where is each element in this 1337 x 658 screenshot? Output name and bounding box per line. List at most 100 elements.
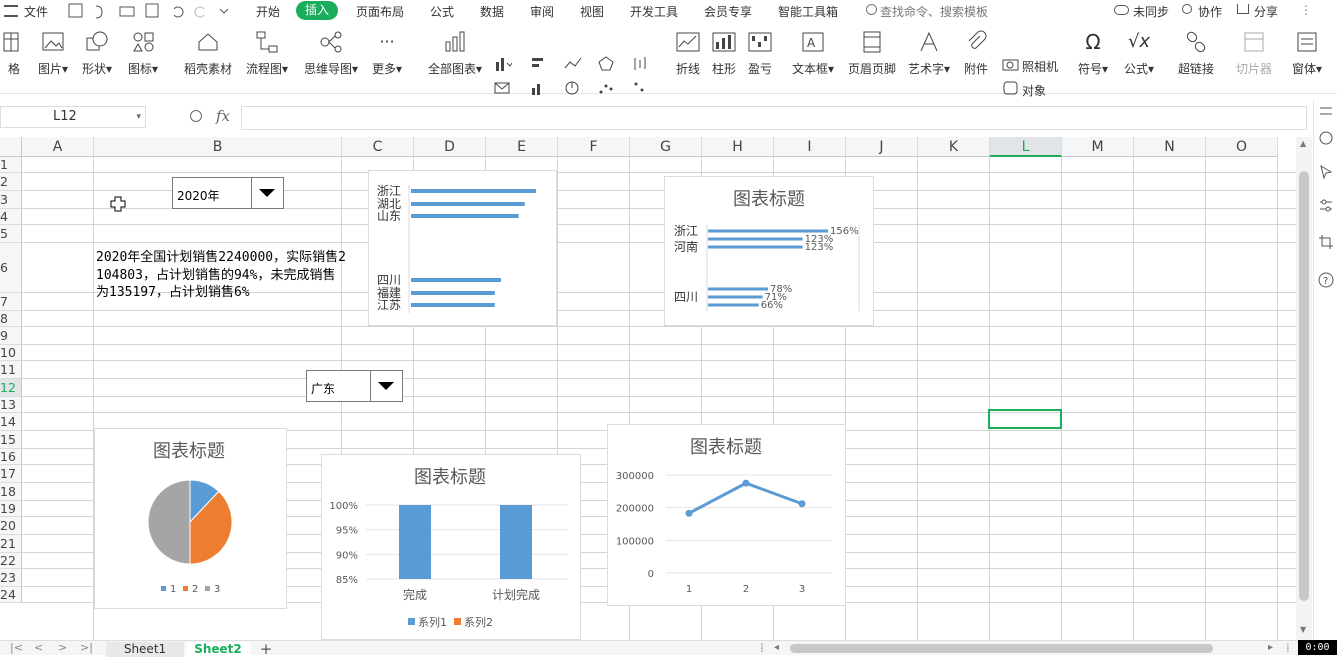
menu-start[interactable]: 开始 [256, 3, 280, 20]
first-sheet-icon[interactable]: |< [10, 641, 23, 654]
bar-h-chart-icon[interactable] [530, 56, 548, 72]
row-header-5[interactable]: 5 [0, 225, 22, 243]
pie-chart[interactable]: 图表标题 123 [94, 428, 287, 609]
row-header-10[interactable]: 10 [0, 345, 22, 361]
column-header-f[interactable]: F [558, 137, 630, 157]
select-pointer-icon[interactable] [1318, 164, 1334, 180]
ratio-bar-chart[interactable]: 图表标题 浙江 河南 四川 156% 123% 123% 78% 71% 66% [664, 176, 874, 326]
row-header-9[interactable]: 9 [0, 327, 22, 345]
menu-developer[interactable]: 开发工具 [630, 3, 678, 20]
column-header-g[interactable]: G [630, 137, 702, 157]
line-chart[interactable]: 图表标题 0 100000 200000 300000 1 2 3 [607, 424, 846, 606]
menu-formula[interactable]: 公式 [430, 3, 454, 20]
ribbon-sparkline-line[interactable]: 折线 [676, 30, 700, 77]
crop-icon[interactable] [1318, 234, 1334, 250]
combo-chart-icon[interactable] [632, 80, 650, 96]
ribbon-form[interactable]: 窗体▾ [1292, 30, 1322, 77]
command-search[interactable]: 查找命令、搜索模板 [880, 3, 988, 20]
stock-chart-icon[interactable] [632, 56, 650, 72]
column-header-n[interactable]: N [1134, 137, 1206, 157]
sync-status[interactable]: 未同步 [1133, 3, 1169, 20]
row-header-11[interactable]: 11 [0, 361, 22, 379]
camera-icon[interactable] [1002, 56, 1020, 72]
fx-icon[interactable]: fx [216, 107, 230, 125]
scroll-down-icon[interactable]: ▼ [1300, 625, 1306, 634]
ribbon-attachment[interactable]: 附件 [964, 30, 988, 77]
row-header-14[interactable]: 14 [0, 413, 22, 431]
worksheet[interactable]: ABCDEFGHIJKLMNO 1 2 3 4 5 6 7 8 9 10 11 12 13 14 15 16 1… [0, 137, 1296, 640]
row-header-23[interactable]: 23 [0, 569, 22, 587]
row-header-2[interactable]: 2 [0, 173, 22, 191]
share-button[interactable]: 分享 [1254, 3, 1278, 20]
zoom-icon[interactable] [190, 110, 202, 122]
column-chart-icon[interactable] [494, 56, 512, 72]
menu-insert[interactable]: 插入 [296, 1, 339, 20]
column-header-b[interactable]: B [94, 137, 342, 157]
column-header-m[interactable]: M [1062, 137, 1134, 157]
quick-access-toolbar[interactable] [68, 3, 228, 19]
row-header-12[interactable]: 12 [0, 379, 22, 397]
row-header-15[interactable]: 15 [0, 431, 22, 449]
column-header-e[interactable]: E [486, 137, 558, 157]
menu-view[interactable]: 视图 [580, 3, 604, 20]
ribbon-shape[interactable]: 形状▾ [82, 30, 112, 77]
name-box[interactable]: L12 ▾ [0, 106, 146, 128]
prev-sheet-icon[interactable]: < [34, 641, 43, 654]
ribbon-more[interactable]: ··· 更多▾ [372, 30, 402, 77]
style-icon[interactable] [1318, 130, 1334, 146]
row-header-19[interactable]: 19 [0, 501, 22, 517]
row-header-6[interactable]: 6 [0, 243, 22, 293]
ribbon-symbol[interactable]: Ω 符号▾ [1078, 30, 1108, 77]
stat-chart-icon[interactable] [530, 80, 548, 96]
stacked-column-chart[interactable]: 图表标题 85% 90% 95% 100% 完成 计划完成 系列1 系列2 [321, 454, 581, 640]
column-header-o[interactable]: O [1206, 137, 1278, 157]
province-bar-chart[interactable]: 浙江 湖北 山东 四川 福建 江苏 [368, 170, 557, 326]
last-sheet-icon[interactable]: >| [80, 641, 93, 654]
select-all-corner[interactable] [0, 137, 22, 157]
column-header-d[interactable]: D [414, 137, 486, 157]
chevron-down-icon[interactable]: ▾ [136, 107, 141, 127]
column-header-a[interactable]: A [22, 137, 94, 157]
ribbon-sparkline-column[interactable]: 柱形 [712, 30, 736, 77]
row-header-16[interactable]: 16 [0, 449, 22, 465]
menu-file[interactable]: 文件 [24, 3, 48, 20]
region-dropdown-button[interactable] [370, 371, 402, 401]
radar-chart-icon[interactable] [598, 56, 616, 72]
row-header-18[interactable]: 18 [0, 483, 22, 501]
camera-label[interactable]: 照相机 [1022, 58, 1058, 75]
ribbon-flowchart[interactable]: 流程图▾ [246, 30, 288, 77]
vertical-scrollbar[interactable]: ▲ ▼ [1296, 137, 1312, 640]
region-dropdown[interactable]: 广东 [306, 370, 403, 402]
scroll-right-icon[interactable]: ▸ [1268, 642, 1273, 653]
help-icon[interactable]: ? [1318, 272, 1334, 288]
row-header-7[interactable]: 7 [0, 293, 22, 311]
row-header-4[interactable]: 4 [0, 209, 22, 225]
year-dropdown-button[interactable] [251, 178, 283, 208]
object-icon[interactable] [1002, 80, 1020, 96]
row-header-8[interactable]: 8 [0, 311, 22, 327]
collapse-icon[interactable] [1318, 106, 1334, 122]
column-header-h[interactable]: H [702, 137, 774, 157]
row-header-21[interactable]: 21 [0, 535, 22, 553]
row-header-20[interactable]: 20 [0, 517, 22, 535]
scatter-chart-icon[interactable] [598, 80, 616, 96]
row-header-13[interactable]: 13 [0, 397, 22, 413]
settings-sliders-icon[interactable] [1318, 198, 1334, 214]
column-header-i[interactable]: I [774, 137, 846, 157]
row-header-3[interactable]: 3 [0, 191, 22, 209]
horizontal-scroll-thumb[interactable] [790, 644, 1213, 653]
row-header-24[interactable]: 24 [0, 587, 22, 603]
row-header-1[interactable]: 1 [0, 157, 22, 173]
ribbon-wordart[interactable]: 艺术字▾ [908, 30, 950, 77]
menu-icon[interactable] [4, 5, 18, 17]
column-header-k[interactable]: K [918, 137, 990, 157]
vertical-scroll-thumb[interactable] [1299, 171, 1309, 601]
object-label[interactable]: 对象 [1022, 82, 1046, 99]
menu-review[interactable]: 审阅 [530, 3, 554, 20]
line-chart-icon[interactable] [564, 56, 582, 72]
column-header-j[interactable]: J [846, 137, 918, 157]
column-header-l[interactable]: L [990, 137, 1062, 157]
ribbon-all-charts[interactable]: 全部图表▾ [428, 30, 482, 77]
menu-smart-toolbox[interactable]: 智能工具箱 [778, 3, 838, 20]
row-header-22[interactable]: 22 [0, 553, 22, 569]
